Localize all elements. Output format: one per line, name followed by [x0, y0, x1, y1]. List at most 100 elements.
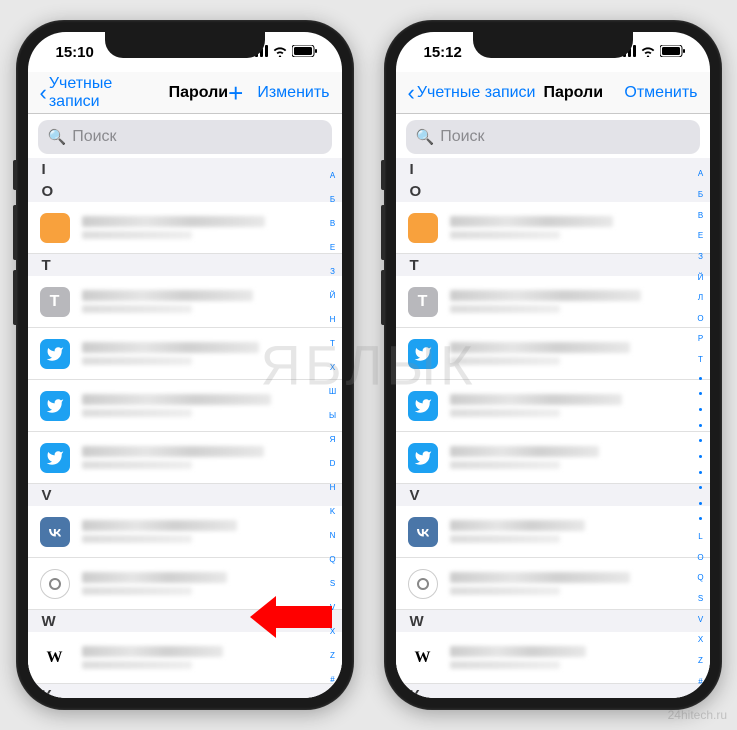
password-row[interactable] — [396, 380, 710, 432]
password-row[interactable] — [396, 328, 710, 380]
index-scrubber[interactable]: А Б В Е З Й Н Т Х Ш Ы Я D H K N Q S V X Z # — [326, 158, 340, 698]
password-row[interactable] — [28, 506, 342, 558]
blurred-title — [82, 342, 259, 353]
blurred-title — [450, 290, 641, 301]
index-letter[interactable]: X — [694, 636, 708, 644]
section-header: I — [28, 158, 342, 180]
index-letter[interactable]: В — [694, 212, 708, 220]
index-letter[interactable] — [699, 377, 702, 380]
phone-1: 15:12‹Учетные записиПаролиОтменить🔍Поиск… — [384, 20, 722, 710]
search-input[interactable]: 🔍Поиск — [38, 120, 332, 154]
index-letter[interactable]: А — [694, 170, 708, 178]
blurred-title — [450, 520, 586, 531]
blurred-subtitle — [82, 231, 193, 239]
index-letter[interactable]: Q — [694, 574, 708, 582]
wifi-icon — [272, 44, 288, 61]
index-letter[interactable] — [699, 471, 702, 474]
back-button[interactable]: ‹Учетные записи — [408, 82, 536, 104]
site-favicon: T — [40, 287, 70, 317]
index-letter[interactable]: Л — [694, 294, 708, 302]
index-letter[interactable]: А — [326, 172, 340, 180]
index-letter[interactable]: Р — [694, 335, 708, 343]
index-letter[interactable]: Ы — [326, 412, 340, 420]
index-letter[interactable]: Н — [326, 316, 340, 324]
index-letter[interactable] — [699, 455, 702, 458]
blurred-title — [82, 446, 264, 457]
password-row[interactable] — [396, 432, 710, 484]
index-letter[interactable] — [699, 502, 702, 505]
index-letter[interactable]: Е — [694, 232, 708, 240]
index-letter[interactable]: V — [694, 616, 708, 624]
corner-watermark: 24hitech.ru — [668, 708, 727, 722]
index-letter[interactable] — [699, 486, 702, 489]
password-row[interactable] — [28, 380, 342, 432]
index-letter[interactable]: Т — [694, 356, 708, 364]
index-letter[interactable]: Б — [694, 191, 708, 199]
index-letter[interactable]: Й — [694, 274, 708, 282]
password-row[interactable]: W — [396, 632, 710, 684]
index-letter[interactable]: D — [326, 460, 340, 468]
index-letter[interactable]: X — [326, 628, 340, 636]
index-letter[interactable] — [699, 424, 702, 427]
index-letter[interactable]: L — [694, 533, 708, 541]
blurred-title — [82, 520, 238, 531]
index-letter[interactable]: З — [326, 268, 340, 276]
index-letter[interactable]: Т — [326, 340, 340, 348]
index-letter[interactable]: # — [326, 676, 340, 684]
index-letter[interactable] — [699, 408, 702, 411]
site-favicon — [408, 213, 438, 243]
password-row[interactable] — [28, 432, 342, 484]
password-row[interactable] — [28, 558, 342, 610]
index-letter[interactable]: Й — [326, 292, 340, 300]
index-letter[interactable]: H — [326, 484, 340, 492]
section-header: T — [28, 254, 342, 276]
index-letter[interactable]: # — [694, 678, 708, 686]
index-letter[interactable]: Z — [694, 657, 708, 665]
password-row[interactable]: W — [28, 632, 342, 684]
password-row[interactable] — [28, 328, 342, 380]
password-row[interactable] — [396, 558, 710, 610]
index-letter[interactable]: Q — [326, 556, 340, 564]
index-letter[interactable]: Б — [326, 196, 340, 204]
password-list[interactable]: IOTTVWWYYyablyk.com — yablykyablyk.comЯА… — [28, 158, 342, 698]
index-scrubber[interactable]: А Б В Е З Й Л О Р Т L O Q S V X Z # — [694, 158, 708, 698]
index-letter[interactable] — [699, 439, 702, 442]
blurred-title — [450, 394, 623, 405]
edit-button[interactable]: Изменить — [257, 84, 329, 102]
password-row[interactable]: T — [28, 276, 342, 328]
password-list[interactable]: IOTTVWWYYlyk.com — yablykудалениеЯАБВЕЗЙ… — [396, 158, 710, 698]
index-letter[interactable]: Я — [326, 436, 340, 444]
index-letter[interactable]: З — [694, 253, 708, 261]
index-letter[interactable]: В — [326, 220, 340, 228]
index-letter[interactable]: Е — [326, 244, 340, 252]
password-row[interactable]: T — [396, 276, 710, 328]
index-letter[interactable]: S — [694, 595, 708, 603]
add-button[interactable]: + — [228, 80, 243, 106]
edit-button[interactable]: Отменить — [624, 84, 697, 102]
password-row[interactable] — [28, 202, 342, 254]
index-letter[interactable]: N — [326, 532, 340, 540]
blurred-title — [82, 290, 253, 301]
index-letter[interactable]: Х — [326, 364, 340, 372]
index-letter[interactable]: O — [694, 554, 708, 562]
index-letter[interactable]: Z — [326, 652, 340, 660]
back-button[interactable]: ‹Учетные записи — [40, 75, 161, 111]
nav-bar: ‹Учетные записиПароли+Изменить — [28, 72, 342, 114]
index-letter[interactable]: Ш — [326, 388, 340, 396]
index-letter[interactable]: О — [694, 315, 708, 323]
section-header: W — [28, 610, 342, 632]
blurred-title — [82, 646, 223, 657]
password-row[interactable] — [396, 202, 710, 254]
chevron-left-icon: ‹ — [40, 82, 47, 104]
site-favicon — [40, 213, 70, 243]
blurred-title — [82, 394, 271, 405]
index-letter[interactable]: V — [326, 604, 340, 612]
search-icon: 🔍 — [416, 128, 435, 146]
blurred-subtitle — [450, 357, 561, 365]
index-letter[interactable] — [699, 517, 702, 520]
index-letter[interactable]: S — [326, 580, 340, 588]
index-letter[interactable]: K — [326, 508, 340, 516]
index-letter[interactable] — [699, 392, 702, 395]
search-input[interactable]: 🔍Поиск — [406, 120, 700, 154]
password-row[interactable] — [396, 506, 710, 558]
